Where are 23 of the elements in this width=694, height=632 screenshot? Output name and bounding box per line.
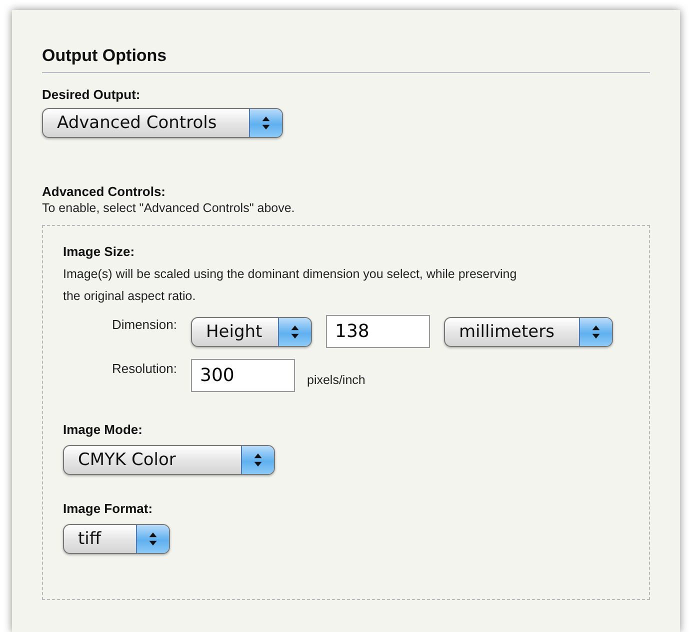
format-select[interactable]: tiff xyxy=(63,524,170,554)
dimension-input[interactable]: 138 xyxy=(326,315,430,348)
resolution-input[interactable]: 300 xyxy=(191,359,295,392)
section-title: Output Options xyxy=(42,46,650,73)
field-label: Desired Output: xyxy=(42,87,142,102)
field-label: Dimension: xyxy=(110,317,177,332)
description-text: Image(s) will be scaled using the dominant dimension you select, while preserving the original aspect ratio. xyxy=(63,266,518,305)
stepper-arrows-icon xyxy=(278,318,311,346)
field-label: Image Mode: xyxy=(63,422,144,437)
hint-text: To enable, select "Advanced Controls" above. xyxy=(42,200,296,217)
field-label: Image Format: xyxy=(63,501,154,516)
dimension-select[interactable]: Height xyxy=(191,316,312,346)
field-label: Advanced Controls: xyxy=(42,184,167,199)
unit-text: pixels/inch xyxy=(307,372,366,386)
stepper-arrows-icon xyxy=(241,446,274,474)
output-select[interactable]: Advanced Controls xyxy=(42,108,283,138)
unit-select[interactable]: millimeters xyxy=(444,316,613,346)
mode-select[interactable]: CMYK Color xyxy=(63,445,275,475)
stepper-arrows-icon xyxy=(579,318,612,346)
field-label: Resolution: xyxy=(110,361,177,376)
stepper-arrows-icon xyxy=(249,109,282,137)
stepper-arrows-icon xyxy=(136,525,169,553)
field-label: Image Size: xyxy=(63,244,136,259)
